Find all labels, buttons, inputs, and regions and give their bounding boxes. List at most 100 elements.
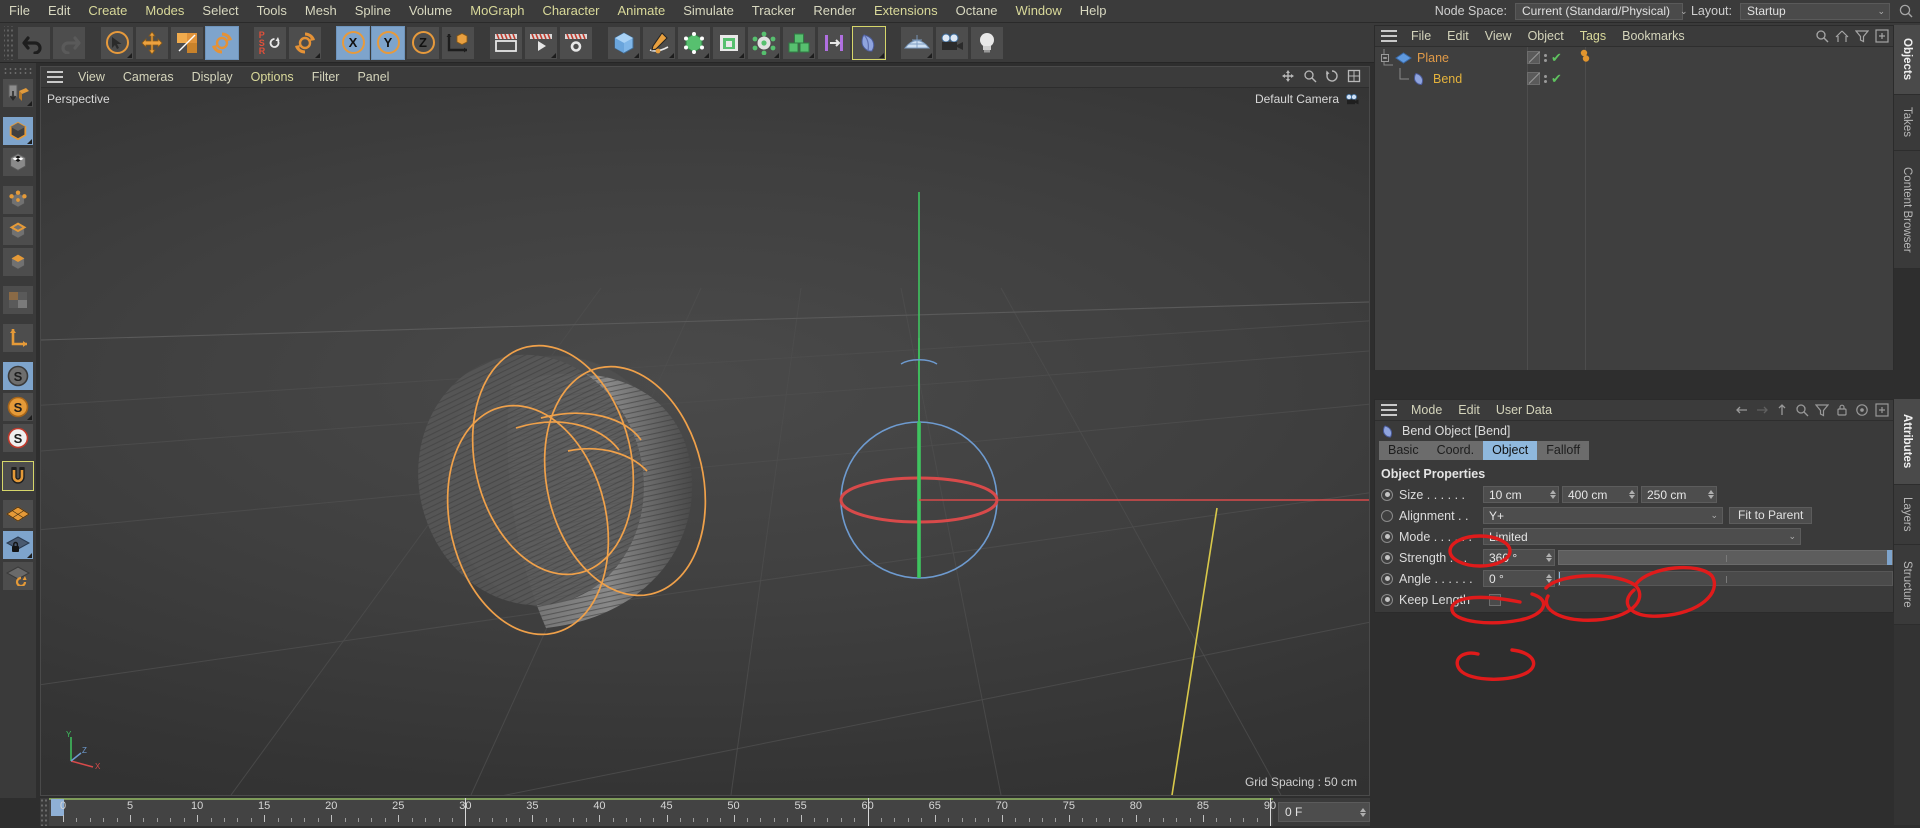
model-mode-button[interactable] <box>2 116 34 146</box>
menu-animate[interactable]: Animate <box>609 0 675 22</box>
viewport-canvas[interactable]: Perspective Default Camera Grid Spacing … <box>41 88 1369 795</box>
maximize-view-icon[interactable] <box>1347 69 1361 86</box>
angle-stepper[interactable] <box>1546 574 1552 583</box>
edge-mode-button[interactable] <box>2 216 34 246</box>
enabled-check-icon[interactable]: ✔ <box>1551 72 1562 85</box>
strength-stepper[interactable] <box>1546 553 1552 562</box>
viewport-menu-options[interactable]: Options <box>242 70 303 84</box>
undo-button[interactable] <box>17 25 51 60</box>
strength-slider[interactable] <box>1558 550 1893 565</box>
left-toolbar-grip[interactable] <box>3 67 33 75</box>
size-y-input[interactable]: 400 cm <box>1562 486 1638 503</box>
render-settings-button[interactable] <box>559 25 593 60</box>
phong-tag-icon[interactable] <box>1574 49 1590 66</box>
rotate-button[interactable] <box>205 25 239 60</box>
current-frame-field[interactable]: 0 F <box>1278 802 1370 822</box>
menu-extensions[interactable]: Extensions <box>865 0 947 22</box>
enable-axis-button[interactable]: S <box>2 361 34 391</box>
visibility-dots-icon[interactable] <box>1544 53 1547 62</box>
strength-slider-knob[interactable] <box>1887 550 1892 565</box>
viewport-menu-panel[interactable]: Panel <box>348 70 398 84</box>
add-field-button[interactable] <box>817 25 851 60</box>
node-space-dropdown[interactable]: Current (Standard/Physical) ⌄ <box>1514 2 1688 20</box>
menu-tools[interactable]: Tools <box>248 0 296 22</box>
dock-tab-structure[interactable]: Structure <box>1894 545 1920 625</box>
object-manager-menu-icon[interactable] <box>1381 30 1397 42</box>
menu-volume[interactable]: Volume <box>400 0 461 22</box>
alignment-dropdown[interactable]: Y+ ⌄ <box>1483 507 1723 524</box>
forward-arrow-icon[interactable] <box>1755 403 1769 417</box>
object-axis-button[interactable]: S <box>2 392 34 422</box>
frame-stepper[interactable] <box>1360 807 1366 817</box>
menu-window[interactable]: Window <box>1007 0 1071 22</box>
search-icon[interactable] <box>1898 3 1914 19</box>
tab-object[interactable]: Object <box>1483 441 1538 460</box>
angle-slider-knob[interactable] <box>1559 572 1560 585</box>
point-mode-button[interactable] <box>2 185 34 215</box>
menu-simulate[interactable]: Simulate <box>674 0 743 22</box>
search-icon[interactable] <box>1795 403 1809 417</box>
menu-render[interactable]: Render <box>804 0 865 22</box>
visibility-tag-icon[interactable] <box>1527 51 1540 64</box>
dock-tab-content-browser[interactable]: Content Browser <box>1894 151 1920 269</box>
add-light-button[interactable] <box>970 25 1004 60</box>
visibility-dots-icon[interactable] <box>1544 74 1547 83</box>
om-menu-bookmarks[interactable]: Bookmarks <box>1614 29 1693 43</box>
toolbar-grip[interactable] <box>4 25 14 60</box>
strength-anim-track-radio[interactable] <box>1381 551 1393 564</box>
attr-menu-user-data[interactable]: User Data <box>1488 403 1560 417</box>
tab-basic[interactable]: Basic <box>1379 441 1428 460</box>
object-row-plane[interactable]: Plane ✔ <box>1375 47 1893 68</box>
rotate-view-icon[interactable] <box>1325 69 1339 86</box>
viewport-menu-display[interactable]: Display <box>183 70 242 84</box>
tab-coord[interactable]: Coord. <box>1428 441 1484 460</box>
move-button[interactable] <box>135 25 169 60</box>
menu-character[interactable]: Character <box>533 0 608 22</box>
tab-falloff[interactable]: Falloff <box>1537 441 1589 460</box>
menu-modes[interactable]: Modes <box>136 0 193 22</box>
world-axis-button[interactable]: S <box>2 423 34 453</box>
object-name-plane[interactable]: Plane <box>1417 51 1449 65</box>
psr-lock-button[interactable]: PSR <box>253 25 287 60</box>
add-environment-button[interactable] <box>900 25 934 60</box>
viewport-menu-icon[interactable] <box>47 71 63 83</box>
magnet-tool-button[interactable] <box>2 461 34 491</box>
lock-workplane-button[interactable] <box>2 530 34 560</box>
menu-mesh[interactable]: Mesh <box>296 0 346 22</box>
workplane-button[interactable] <box>2 499 34 529</box>
add-spline-button[interactable] <box>642 25 676 60</box>
size-z-input[interactable]: 250 cm <box>1641 486 1717 503</box>
size-y-stepper[interactable] <box>1629 490 1635 499</box>
menu-tracker[interactable]: Tracker <box>743 0 805 22</box>
om-menu-object[interactable]: Object <box>1520 29 1572 43</box>
lock-icon[interactable] <box>1835 403 1849 417</box>
keep-length-anim-track-radio[interactable] <box>1381 593 1393 606</box>
om-menu-file[interactable]: File <box>1403 29 1439 43</box>
object-row-bend[interactable]: Bend ✔ <box>1375 68 1893 89</box>
size-x-stepper[interactable] <box>1550 490 1556 499</box>
texture-mode-button[interactable] <box>2 147 34 177</box>
size-z-stepper[interactable] <box>1708 490 1714 499</box>
add-cube-button[interactable] <box>607 25 641 60</box>
om-menu-view[interactable]: View <box>1477 29 1520 43</box>
attributes-menu-icon[interactable] <box>1381 404 1397 416</box>
target-icon[interactable] <box>1855 403 1869 417</box>
viewport-menu-filter[interactable]: Filter <box>303 70 349 84</box>
strength-input[interactable]: 360 ° <box>1483 549 1555 566</box>
add-camera-button[interactable] <box>935 25 969 60</box>
enabled-check-icon[interactable]: ✔ <box>1551 51 1562 64</box>
menu-mograph[interactable]: MoGraph <box>461 0 533 22</box>
home-icon[interactable] <box>1835 29 1849 43</box>
up-arrow-icon[interactable] <box>1775 403 1789 417</box>
add-nurbs-button[interactable] <box>712 25 746 60</box>
back-arrow-icon[interactable] <box>1735 403 1749 417</box>
menu-help[interactable]: Help <box>1071 0 1116 22</box>
camera-icon[interactable] <box>1345 93 1359 105</box>
viewport-menu-view[interactable]: View <box>69 70 114 84</box>
menu-create[interactable]: Create <box>79 0 136 22</box>
angle-input[interactable]: 0 ° <box>1483 570 1555 587</box>
zoom-view-icon[interactable] <box>1303 69 1317 86</box>
dock-tab-objects[interactable]: Objects <box>1894 25 1920 95</box>
expand-toggle-plane[interactable] <box>1381 47 1395 68</box>
menu-select[interactable]: Select <box>193 0 247 22</box>
